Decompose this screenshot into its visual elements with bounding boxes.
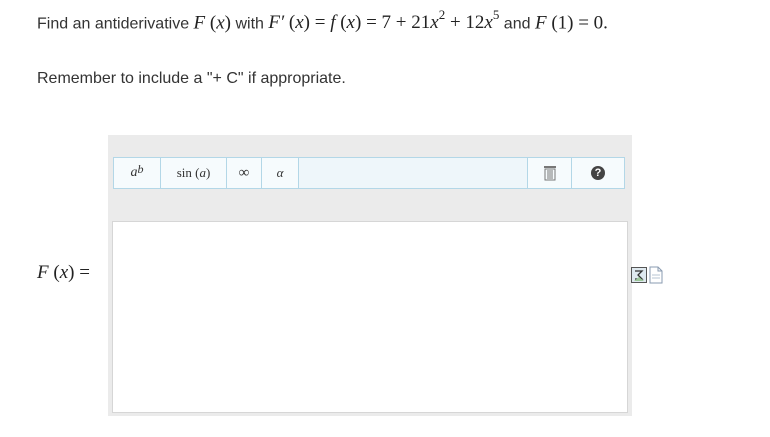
math-condition: F (1) = 0. bbox=[534, 12, 608, 34]
question-and: and bbox=[503, 15, 531, 33]
power-button[interactable]: ab bbox=[114, 158, 161, 188]
answer-label: F (x) = bbox=[37, 262, 90, 283]
question-intro: Find an antiderivative bbox=[37, 15, 190, 33]
document-icon[interactable] bbox=[649, 266, 663, 284]
answer-input[interactable] bbox=[112, 221, 628, 413]
side-icons bbox=[631, 266, 663, 284]
trash-icon bbox=[543, 166, 556, 181]
help-button[interactable]: ? bbox=[572, 158, 624, 188]
question-with: with bbox=[235, 15, 264, 33]
math-editor: ab sin (a) ∞ α ? bbox=[108, 135, 632, 416]
alpha-button[interactable]: α bbox=[262, 158, 299, 188]
sin-button[interactable]: sin (a) bbox=[161, 158, 227, 188]
question-text: Find an antiderivative F (x) with F′ (x)… bbox=[37, 6, 608, 35]
math-preview-icon[interactable] bbox=[631, 266, 647, 284]
math-derivative: F′ (x) = f (x) = 7 + 21x2 + 12x5 bbox=[268, 7, 500, 34]
toolbar-spacer bbox=[299, 158, 528, 188]
infinity-button[interactable]: ∞ bbox=[227, 158, 262, 188]
math-fx: F (x) bbox=[193, 12, 231, 34]
help-icon: ? bbox=[591, 166, 605, 180]
reminder-text: Remember to include a "+ C" if appropria… bbox=[37, 70, 346, 87]
editor-toolbar: ab sin (a) ∞ α ? bbox=[113, 157, 625, 189]
trash-button[interactable] bbox=[528, 158, 572, 188]
